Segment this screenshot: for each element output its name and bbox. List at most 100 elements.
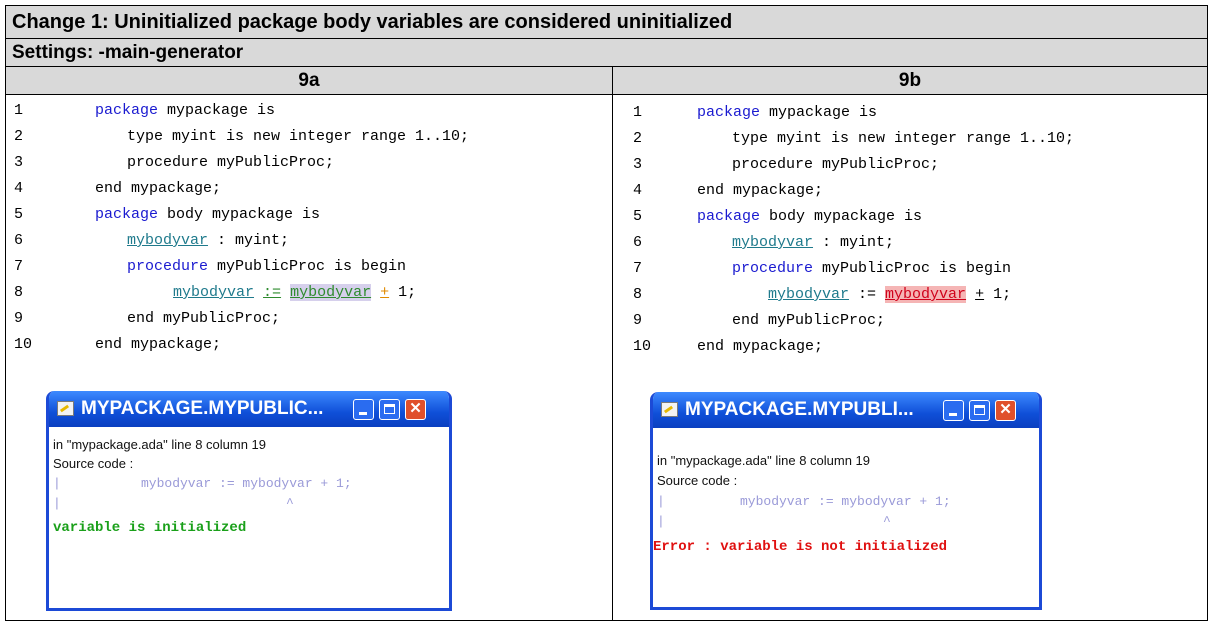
code-line: 4 end mypackage; xyxy=(6,176,612,202)
variable-token[interactable]: mybodyvar xyxy=(732,234,813,251)
result-message: Error : variable is not initialized xyxy=(653,539,948,555)
keyword: package xyxy=(697,208,761,225)
column-9a: 9a 1 package mypackage is 2 type myint is … xyxy=(6,67,613,620)
error-location: in "mypackage.ada" line 8 column 19 xyxy=(53,437,267,452)
line-number: 9 xyxy=(633,312,643,329)
plus-operator[interactable]: + xyxy=(380,284,389,301)
code-text: end mypackage; xyxy=(697,182,824,199)
result-popup-9b[interactable]: MYPACKAGE.MYPUBLI... ✕ in "mypackage.ada… xyxy=(650,392,1042,610)
line-number: 10 xyxy=(14,336,33,353)
code-listing-9b: 1 package mypackage is 2 type myint is new… xyxy=(613,100,1207,360)
code-line: 10 end mypackage; xyxy=(6,332,612,358)
popup-title-bar[interactable]: MYPACKAGE.MYPUBLI... ✕ xyxy=(653,392,1039,428)
columns: 9a 1 package mypackage is 2 type myint is … xyxy=(6,67,1207,620)
maximize-button[interactable] xyxy=(969,400,990,421)
code-line: 1 package mypackage is xyxy=(6,98,612,124)
keyword: procedure xyxy=(732,260,814,277)
line-number: 8 xyxy=(14,284,24,301)
code-line: 10 end mypackage; xyxy=(613,334,1207,360)
variable-token-highlighted[interactable]: mybodyvar xyxy=(290,284,372,301)
plus-operator[interactable]: + xyxy=(975,286,984,303)
code-text: procedure myPublicProc; xyxy=(732,156,940,173)
minimize-icon xyxy=(949,413,957,416)
caret-marker: ^ xyxy=(286,496,294,511)
code-line: 8 mybodyvar := mybodyvar + 1; xyxy=(6,280,612,306)
source-pipe: | xyxy=(657,494,665,509)
line-number: 3 xyxy=(14,154,24,171)
maximize-button[interactable] xyxy=(379,399,400,420)
line-number: 2 xyxy=(14,128,24,145)
line-number: 7 xyxy=(633,260,643,277)
close-button[interactable]: ✕ xyxy=(405,399,426,420)
code-line: 5 package body mypackage is xyxy=(6,202,612,228)
code-line: 2 type myint is new integer range 1..10; xyxy=(613,126,1207,152)
code-text: type myint is new integer range 1..10; xyxy=(127,128,470,145)
source-code-line: mybodyvar := mybodyvar + 1; xyxy=(740,494,951,509)
result-popup-9a[interactable]: MYPACKAGE.MYPUBLIC... ✕ in "mypackage.ad… xyxy=(46,391,452,611)
variable-token[interactable]: mybodyvar xyxy=(127,232,208,249)
code-line: 3 procedure myPublicProc; xyxy=(613,152,1207,178)
code-text: type myint is new integer range 1..10; xyxy=(732,130,1075,147)
code-line: 9 end myPublicProc; xyxy=(6,306,612,332)
code-text: body mypackage is xyxy=(158,206,321,223)
code-line: 6 mybodyvar : myint; xyxy=(613,230,1207,256)
close-icon: ✕ xyxy=(999,401,1012,418)
code-text: end myPublicProc; xyxy=(732,312,886,329)
keyword: package xyxy=(95,102,159,119)
code-line: 5 package body mypackage is xyxy=(613,204,1207,230)
popup-title: MYPACKAGE.MYPUBLIC... xyxy=(81,398,324,419)
code-line: 7 procedure myPublicProc is begin xyxy=(613,256,1207,282)
keyword: procedure xyxy=(127,258,209,275)
source-pipe: | xyxy=(53,476,61,491)
code-text: myPublicProc is begin xyxy=(208,258,407,275)
column-9b: 9b 1 package mypackage is 2 type myint is … xyxy=(613,67,1207,620)
variable-token[interactable]: mybodyvar xyxy=(173,284,254,301)
close-icon: ✕ xyxy=(409,400,422,417)
line-number: 10 xyxy=(633,338,652,355)
keyword: package xyxy=(95,206,159,223)
source-pipe: | xyxy=(53,496,61,511)
popup-title-bar[interactable]: MYPACKAGE.MYPUBLIC... ✕ xyxy=(49,391,449,427)
assign-operator[interactable]: := xyxy=(263,284,281,301)
code-line: 4 end mypackage; xyxy=(613,178,1207,204)
code-line: 9 end myPublicProc; xyxy=(613,308,1207,334)
assign-operator: := xyxy=(849,286,886,303)
result-message: variable is initialized xyxy=(53,520,247,536)
close-button[interactable]: ✕ xyxy=(995,400,1016,421)
variable-token-error[interactable]: mybodyvar xyxy=(885,286,967,303)
caret-marker: ^ xyxy=(883,514,891,529)
code-text: : myint; xyxy=(813,234,895,251)
line-number: 8 xyxy=(633,286,643,303)
minimize-button[interactable] xyxy=(353,399,374,420)
line-number: 4 xyxy=(633,182,643,199)
settings-row: Settings: -main-generator xyxy=(6,39,1207,67)
column-header-9b: 9b xyxy=(613,67,1207,95)
comparison-table: Change 1: Uninitialized package body var… xyxy=(5,5,1208,621)
variable-token[interactable]: mybodyvar xyxy=(768,286,849,303)
code-text: mypackage is xyxy=(760,104,878,121)
popup-title: MYPACKAGE.MYPUBLI... xyxy=(685,399,914,420)
source-pipe: | xyxy=(657,514,665,529)
code-text: : myint; xyxy=(208,232,290,249)
line-number: 1 xyxy=(14,102,24,119)
code-line: 3 procedure myPublicProc; xyxy=(6,150,612,176)
code-line: 2 type myint is new integer range 1..10; xyxy=(6,124,612,150)
line-number: 6 xyxy=(633,234,643,251)
code-text: 1; xyxy=(984,286,1012,303)
minimize-button[interactable] xyxy=(943,400,964,421)
line-number: 9 xyxy=(14,310,24,327)
code-text: mypackage is xyxy=(158,102,276,119)
code-listing-9a: 1 package mypackage is 2 type myint is new… xyxy=(6,98,612,358)
line-number: 2 xyxy=(633,130,643,147)
code-text: 1; xyxy=(389,284,417,301)
source-code-line: mybodyvar := mybodyvar + 1; xyxy=(141,476,352,491)
app-icon xyxy=(57,401,74,416)
maximize-icon xyxy=(974,405,985,415)
source-label: Source code : xyxy=(53,456,134,471)
code-text: end myPublicProc; xyxy=(127,310,281,327)
line-number: 1 xyxy=(633,104,643,121)
code-text: end mypackage; xyxy=(697,338,824,355)
line-number: 5 xyxy=(633,208,643,225)
code-text: myPublicProc is begin xyxy=(813,260,1012,277)
code-text: end mypackage; xyxy=(95,180,222,197)
